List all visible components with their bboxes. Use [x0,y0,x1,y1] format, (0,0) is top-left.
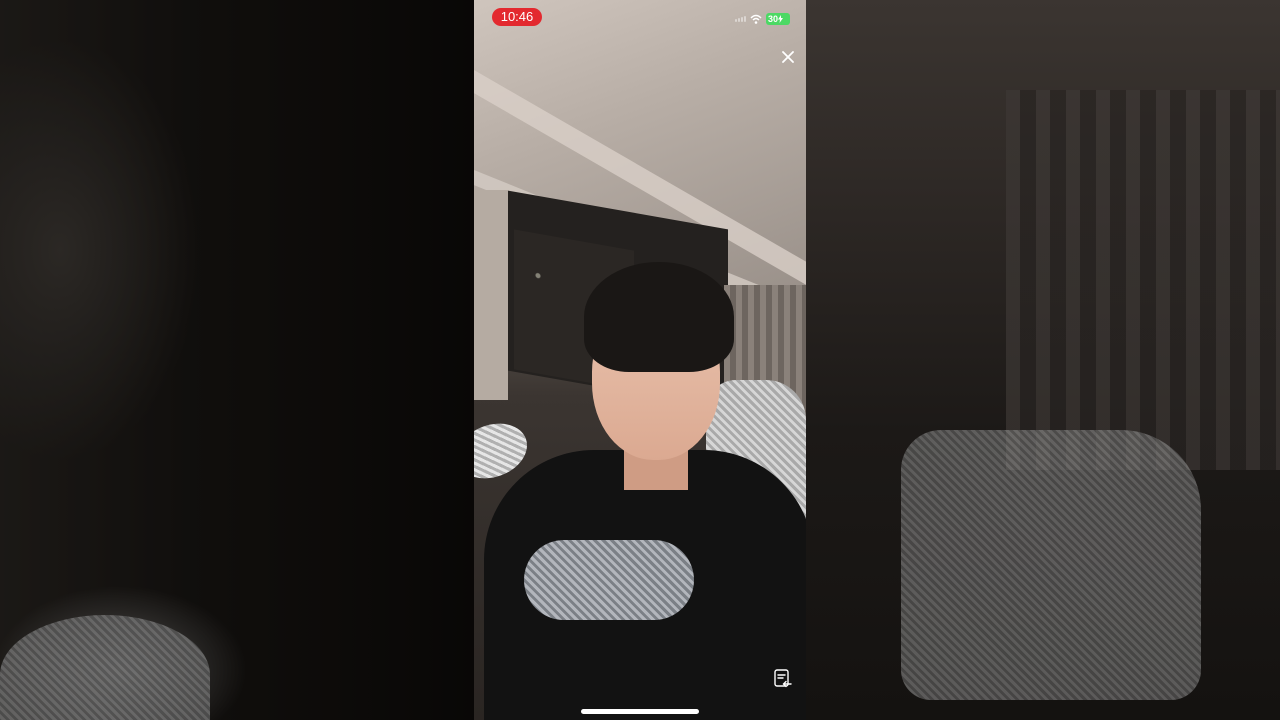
status-icons: 30 [735,12,790,26]
battery-indicator: 30 [766,13,790,25]
battery-level: 30 [768,14,779,24]
note-return-icon [774,669,792,688]
hoodie-logo [524,540,694,620]
person-hair [584,262,734,372]
blurred-curtain [1006,90,1280,470]
close-button[interactable] [778,47,798,67]
live-video-frame[interactable] [474,0,806,720]
blurred-chair [901,430,1201,700]
wifi-icon [750,14,762,24]
wall-pillar [474,190,508,400]
home-indicator[interactable] [581,709,699,714]
status-time: 10:46 [492,8,542,26]
background-dim-overlay [0,0,474,720]
cellular-signal-icon [735,16,746,22]
background-right-blur [806,0,1280,720]
background-left-blur [0,0,474,720]
note-return-button[interactable] [772,668,794,690]
close-icon [782,51,794,63]
charging-bolt-icon [778,15,784,23]
